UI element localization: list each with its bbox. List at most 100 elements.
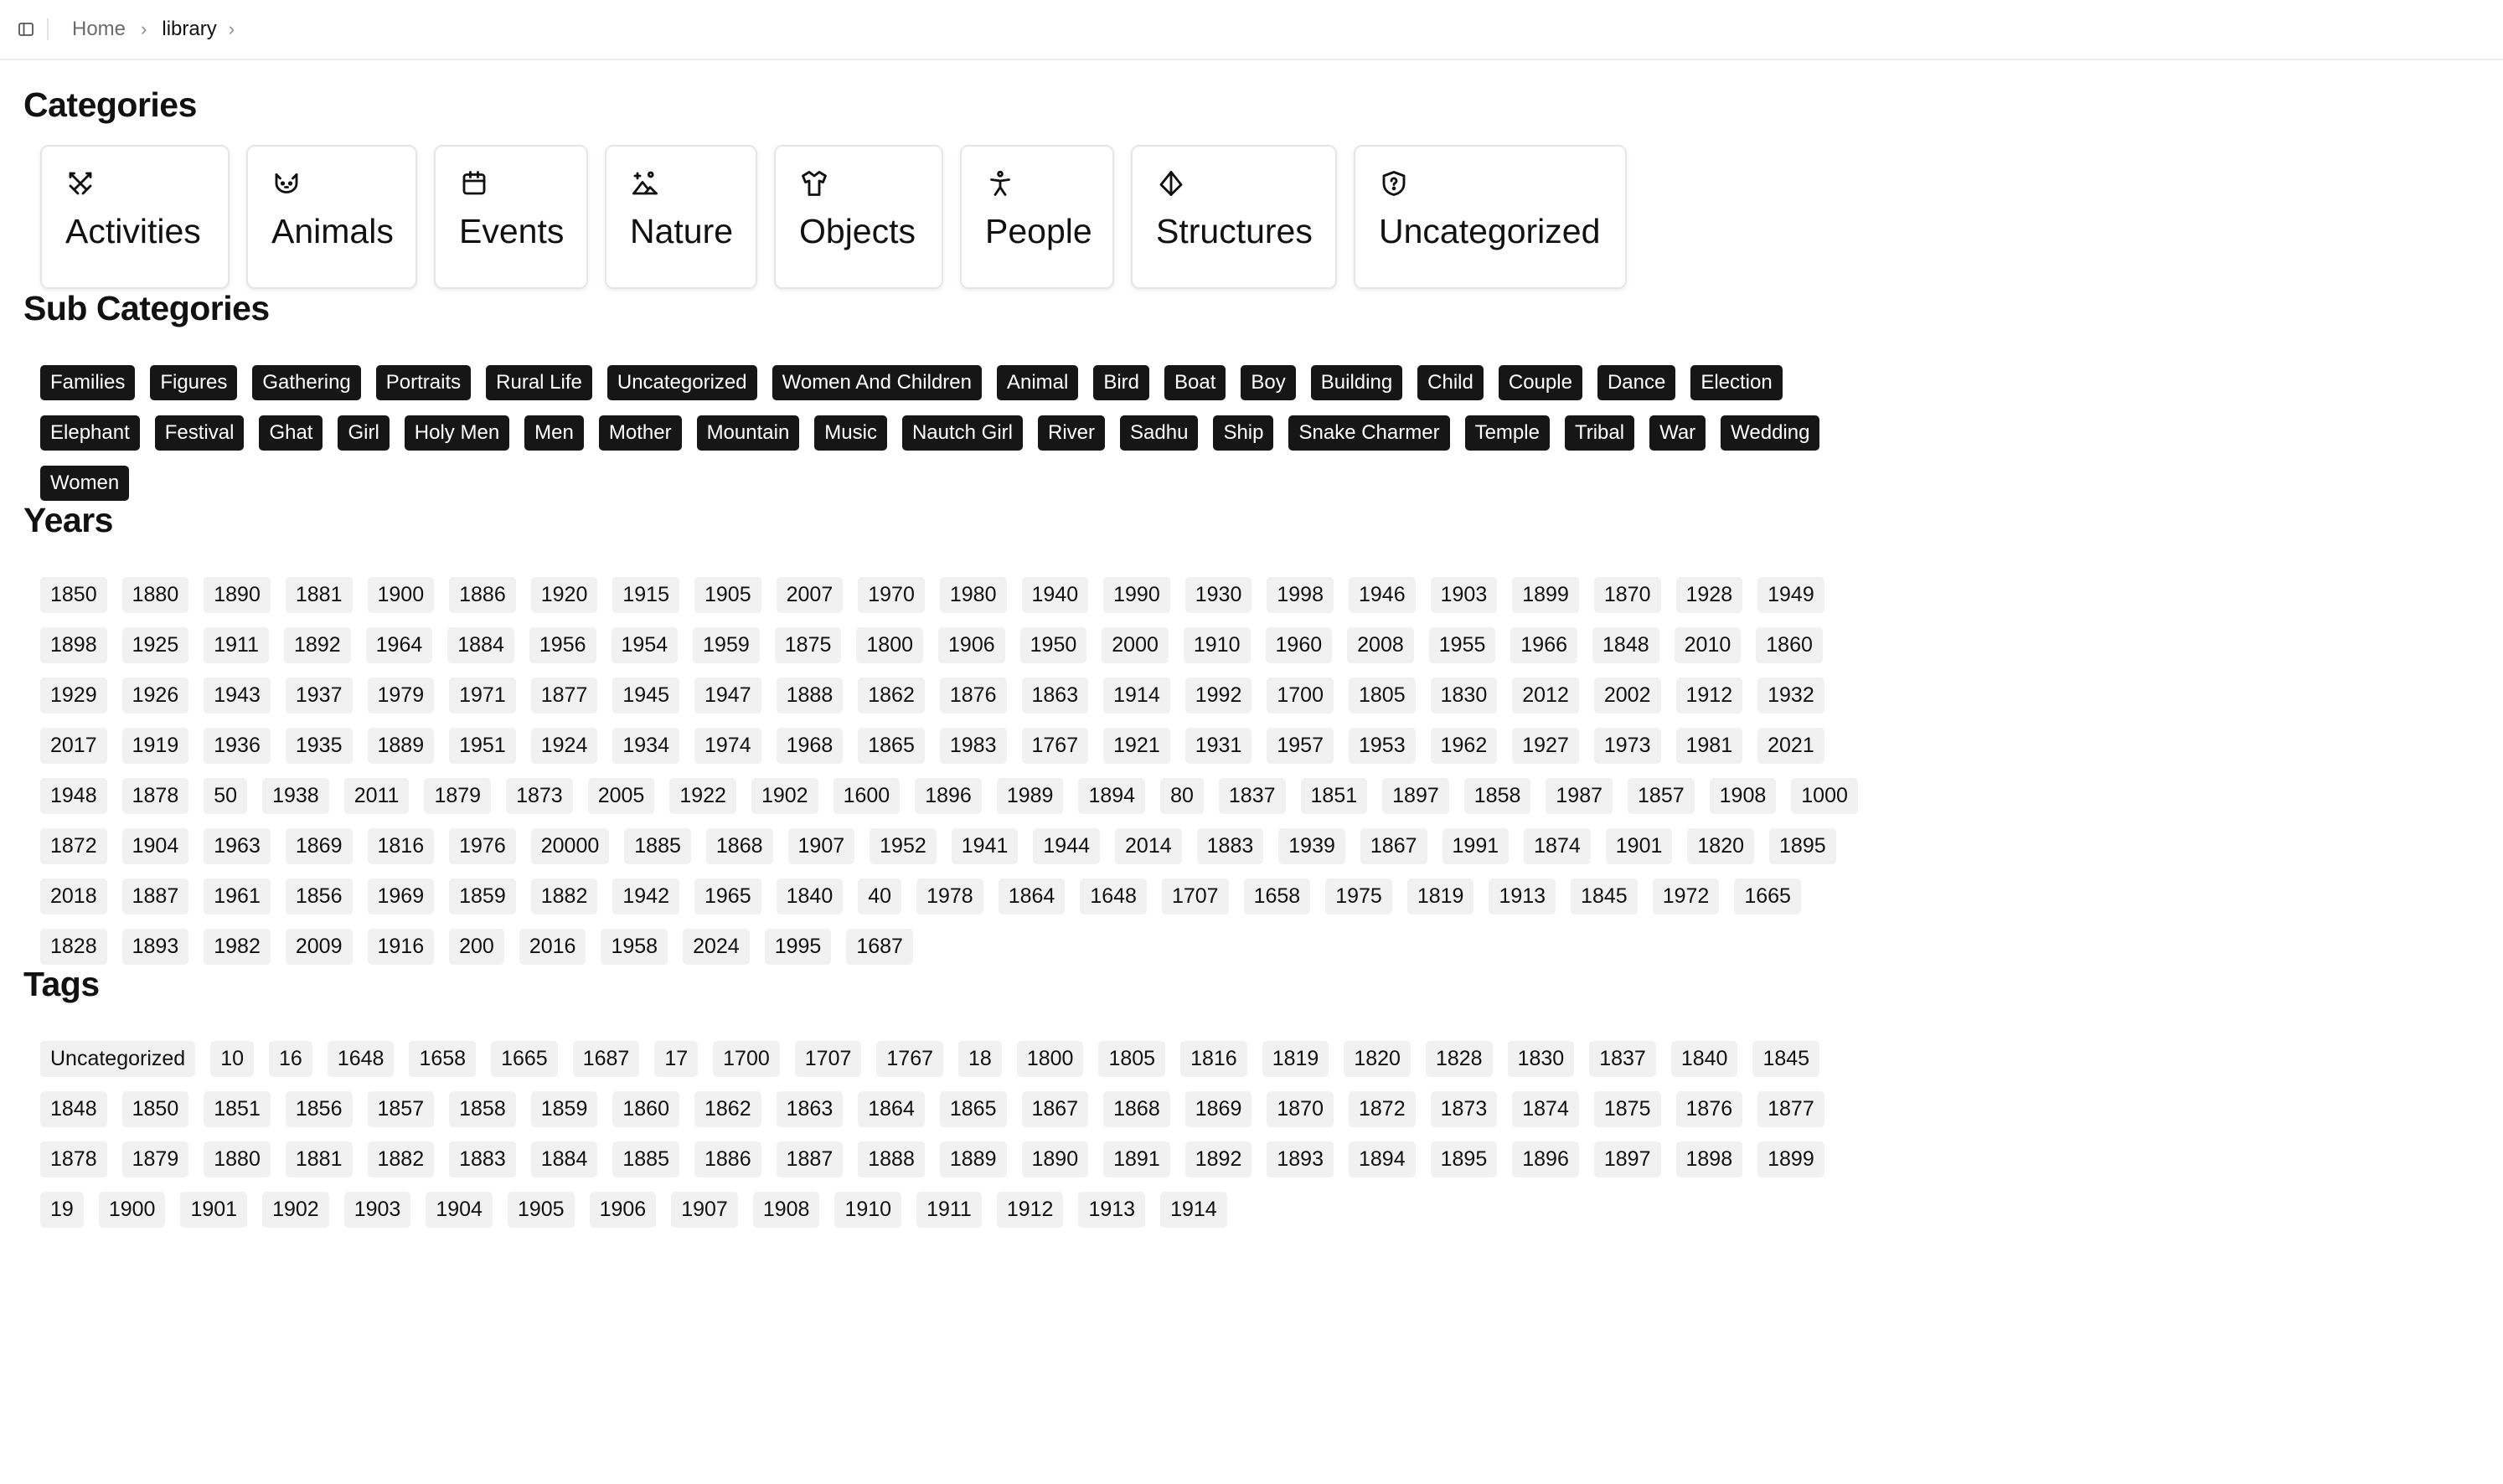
year-chip[interactable]: 1848 [1592, 627, 1659, 663]
year-chip[interactable]: 1859 [449, 879, 516, 915]
tag-chip[interactable]: 1879 [121, 1141, 189, 1177]
year-chip[interactable]: 1981 [1675, 728, 1743, 764]
year-chip[interactable]: 2018 [40, 879, 107, 915]
year-chip[interactable]: 1938 [262, 778, 329, 814]
tag-chip[interactable]: 1905 [507, 1192, 575, 1228]
tag-chip[interactable]: 1890 [1021, 1141, 1089, 1177]
year-chip[interactable]: 1940 [1021, 577, 1089, 613]
subcategory-chip[interactable]: Ghat [259, 415, 323, 451]
year-chip[interactable]: 1767 [1021, 728, 1089, 764]
year-chip[interactable]: 1998 [1267, 577, 1334, 613]
tag-chip[interactable]: 1658 [409, 1041, 477, 1077]
subcategory-chip[interactable]: Rural Life [486, 365, 592, 400]
year-chip[interactable]: 1941 [951, 828, 1019, 864]
year-chip[interactable]: 1900 [367, 577, 435, 613]
tag-chip[interactable]: 1700 [713, 1041, 780, 1077]
year-chip[interactable]: 1904 [121, 828, 189, 864]
year-chip[interactable]: 2012 [1512, 678, 1579, 714]
subcategory-chip[interactable]: Elephant [40, 415, 140, 451]
year-chip[interactable]: 1837 [1218, 778, 1286, 814]
tag-chip[interactable]: 1906 [589, 1192, 657, 1228]
subcategory-chip[interactable]: Tribal [1564, 415, 1635, 451]
year-chip[interactable]: 1868 [705, 828, 773, 864]
year-chip[interactable]: 1878 [121, 778, 189, 814]
year-chip[interactable]: 2005 [587, 778, 655, 814]
subcategory-chip[interactable]: Dance [1597, 365, 1676, 400]
year-chip[interactable]: 2016 [519, 929, 586, 965]
subcategory-chip[interactable]: River [1038, 415, 1106, 451]
year-chip[interactable]: 1906 [938, 627, 1005, 663]
year-chip[interactable]: 1922 [669, 778, 736, 814]
year-chip[interactable]: 1980 [939, 577, 1007, 613]
subcategory-chip[interactable]: Festival [154, 415, 245, 451]
tag-chip[interactable]: 1901 [180, 1192, 248, 1228]
year-chip[interactable]: 1816 [367, 828, 435, 864]
year-chip[interactable]: 1895 [1769, 828, 1836, 864]
sidebar-toggle-icon[interactable] [17, 20, 35, 39]
year-chip[interactable]: 1990 [1103, 577, 1170, 613]
subcategory-chip[interactable]: Bird [1093, 365, 1150, 400]
year-chip[interactable]: 1865 [858, 728, 925, 764]
year-chip[interactable]: 1929 [40, 678, 107, 714]
subcategory-chip[interactable]: Wedding [1721, 415, 1820, 451]
year-chip[interactable]: 1951 [449, 728, 516, 764]
tag-chip[interactable]: 18 [958, 1041, 1002, 1077]
tag-chip[interactable]: 1851 [204, 1091, 271, 1127]
year-chip[interactable]: 1944 [1033, 828, 1101, 864]
year-chip[interactable]: 2002 [1593, 678, 1661, 714]
year-chip[interactable]: 2011 [343, 778, 410, 814]
subcategory-chip[interactable]: Holy Men [404, 415, 510, 451]
tag-chip[interactable]: 1856 [285, 1091, 353, 1127]
year-chip[interactable]: 1971 [449, 678, 516, 714]
year-chip[interactable]: 1883 [1196, 828, 1264, 864]
year-chip[interactable]: 1956 [529, 627, 596, 663]
category-card-objects[interactable]: Objects [774, 145, 943, 289]
subcategory-chip[interactable]: War [1649, 415, 1706, 451]
year-chip[interactable]: 1983 [939, 728, 1007, 764]
year-chip[interactable]: 1963 [204, 828, 271, 864]
tag-chip[interactable]: 1914 [1160, 1192, 1227, 1228]
year-chip[interactable]: 1926 [121, 678, 189, 714]
year-chip[interactable]: 80 [1160, 778, 1204, 814]
year-chip[interactable]: 1903 [1430, 577, 1498, 613]
year-chip[interactable]: 1860 [1756, 627, 1823, 663]
year-chip[interactable]: 1845 [1571, 879, 1638, 915]
year-chip[interactable]: 1858 [1463, 778, 1531, 814]
tag-chip[interactable]: 1878 [40, 1141, 107, 1177]
year-chip[interactable]: 1947 [694, 678, 761, 714]
year-chip[interactable]: 1830 [1430, 678, 1498, 714]
year-chip[interactable]: 1890 [204, 577, 271, 613]
tag-chip[interactable]: 1882 [367, 1141, 435, 1177]
year-chip[interactable]: 1934 [612, 728, 679, 764]
year-chip[interactable]: 1820 [1687, 828, 1755, 864]
year-chip[interactable]: 1937 [285, 678, 353, 714]
category-card-nature[interactable]: Nature [605, 145, 757, 289]
subcategory-chip[interactable]: Figures [150, 365, 238, 400]
tag-chip[interactable]: 16 [269, 1041, 312, 1077]
year-chip[interactable]: 1915 [612, 577, 679, 613]
year-chip[interactable]: 1972 [1652, 879, 1720, 915]
year-chip[interactable]: 1897 [1382, 778, 1449, 814]
subcategory-chip[interactable]: Mother [598, 415, 682, 451]
year-chip[interactable]: 1931 [1184, 728, 1252, 764]
year-chip[interactable]: 1893 [121, 929, 189, 965]
tag-chip[interactable]: 1869 [1184, 1091, 1252, 1127]
year-chip[interactable]: 1939 [1278, 828, 1345, 864]
year-chip[interactable]: 1912 [1675, 678, 1743, 714]
year-chip[interactable]: 1920 [530, 577, 598, 613]
year-chip[interactable]: 1870 [1593, 577, 1661, 613]
year-chip[interactable]: 2010 [1674, 627, 1742, 663]
year-chip[interactable]: 1910 [1183, 627, 1251, 663]
tag-chip[interactable]: 1859 [530, 1091, 598, 1127]
tag-chip[interactable]: 1903 [343, 1192, 411, 1228]
year-chip[interactable]: 1857 [1628, 778, 1695, 814]
year-chip[interactable]: 1819 [1406, 879, 1474, 915]
year-chip[interactable]: 1880 [121, 577, 189, 613]
tag-chip[interactable]: 1840 [1670, 1041, 1738, 1077]
year-chip[interactable]: 1946 [1349, 577, 1416, 613]
year-chip[interactable]: 1936 [204, 728, 271, 764]
subcategory-chip[interactable]: Ship [1213, 415, 1274, 451]
year-chip[interactable]: 1862 [858, 678, 925, 714]
year-chip[interactable]: 1949 [1757, 577, 1824, 613]
year-chip[interactable]: 1976 [449, 828, 516, 864]
